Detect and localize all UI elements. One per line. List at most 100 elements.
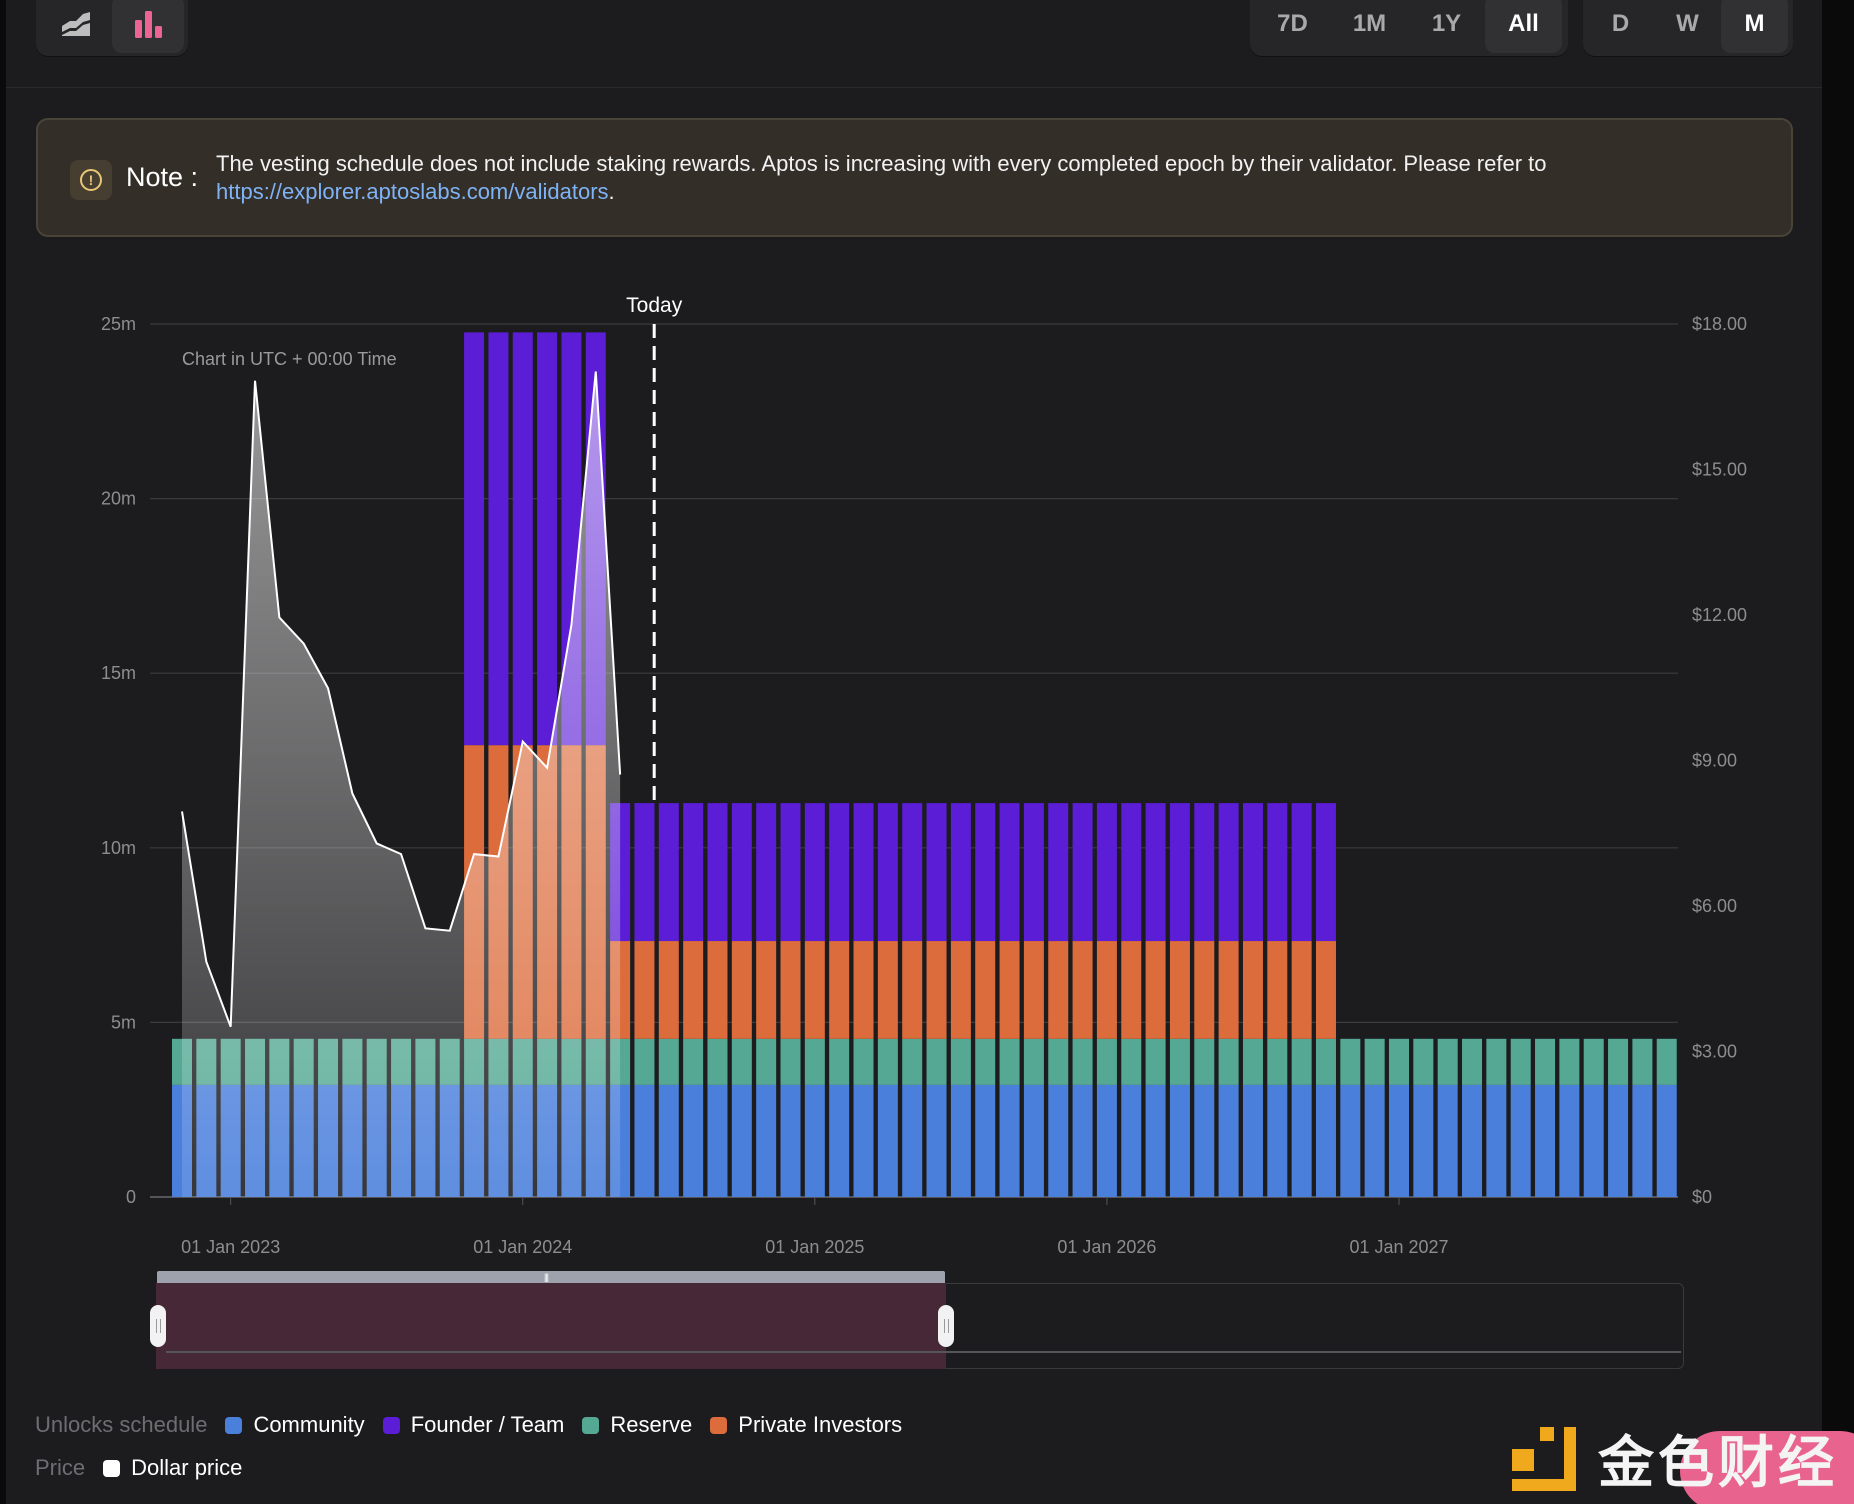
navigator-right-handle[interactable] xyxy=(938,1305,954,1347)
bar-chart-button[interactable] xyxy=(112,0,184,53)
legend-group-label: Price xyxy=(35,1455,86,1480)
range-7d-button[interactable]: 7D xyxy=(1254,0,1331,53)
bar-founder-team xyxy=(1023,803,1044,942)
bar-reserve xyxy=(1413,1038,1434,1085)
bar-reserve xyxy=(975,1038,996,1085)
bar-reserve xyxy=(1048,1038,1069,1085)
x-tick-label: 01 Jan 2024 xyxy=(473,1237,572,1257)
interval-week-button[interactable]: W xyxy=(1654,0,1721,53)
navigator-selected-range[interactable] xyxy=(156,1283,946,1369)
bar-community xyxy=(1608,1084,1629,1197)
legend-label: Community xyxy=(253,1412,365,1437)
interval-month-button[interactable]: M xyxy=(1721,0,1788,53)
bar-community xyxy=(1510,1084,1531,1197)
bar-reserve xyxy=(1510,1038,1531,1085)
bar-community xyxy=(1583,1084,1604,1197)
bar-reserve xyxy=(853,1038,874,1085)
legend-item-founder-team[interactable]: Founder / Team xyxy=(382,1412,565,1438)
bar-private-investors xyxy=(999,941,1020,1039)
y-right-tick-label: $3.00 xyxy=(1692,1042,1737,1062)
legend-label: Dollar price xyxy=(131,1455,243,1480)
watermark-text: 金色财经 xyxy=(1598,1431,1838,1496)
timezone-label: Chart in UTC + 00:00 Time xyxy=(182,349,397,369)
bar-community xyxy=(707,1084,728,1197)
legend-item-reserve[interactable]: Reserve xyxy=(582,1412,692,1438)
divider xyxy=(6,87,1822,88)
bar-reserve xyxy=(658,1038,679,1085)
legend-label: Private Investors xyxy=(738,1412,903,1437)
bar-community xyxy=(1535,1084,1556,1197)
legend-label: Reserve xyxy=(610,1412,693,1437)
bar-founder-team xyxy=(488,332,509,746)
bar-private-investors xyxy=(1194,941,1215,1039)
bar-community xyxy=(829,1084,850,1197)
legend-label: Founder / Team xyxy=(410,1412,565,1437)
bar-founder-team xyxy=(877,803,898,942)
bar-founder-team xyxy=(1169,803,1190,942)
bar-community xyxy=(1559,1084,1580,1197)
validators-link[interactable]: https://explorer.aptoslabs.com/validator… xyxy=(216,179,609,204)
bar-community xyxy=(780,1084,801,1197)
bar-reserve xyxy=(1291,1038,1312,1085)
bar-community xyxy=(1656,1084,1677,1197)
bar-community xyxy=(1194,1084,1215,1197)
bar-private-investors xyxy=(658,941,679,1039)
bar-community xyxy=(1242,1084,1263,1197)
unlock-schedule-chart: 0 5m 10m 15m 20m 25m $0 $3.00 $6.00 $9.00 $12.00 $1… xyxy=(101,294,1747,1257)
bar-founder-team xyxy=(634,803,655,942)
bar-reserve xyxy=(1608,1038,1629,1085)
chart-type-toggle xyxy=(36,0,188,56)
bar-private-investors xyxy=(1072,941,1093,1039)
bar-founder-team xyxy=(1218,803,1239,942)
bar-community xyxy=(1023,1084,1044,1197)
range-1y-button[interactable]: 1Y xyxy=(1408,0,1485,53)
bar-private-investors xyxy=(1048,941,1069,1039)
range-navigator[interactable]: ||| xyxy=(150,1271,1684,1369)
bar-founder-team xyxy=(1145,803,1166,942)
bar-private-investors xyxy=(926,941,947,1039)
bar-private-investors xyxy=(683,941,704,1039)
bar-private-investors xyxy=(1023,941,1044,1039)
bar-community xyxy=(1121,1084,1142,1197)
bar-reserve xyxy=(804,1038,825,1085)
bar-community xyxy=(877,1084,898,1197)
legend-swatch xyxy=(710,1416,728,1434)
legend-group-label: Unlocks schedule xyxy=(35,1412,208,1437)
bar-reserve xyxy=(1315,1038,1336,1085)
range-all-button[interactable]: All xyxy=(1485,0,1562,53)
bar-community xyxy=(731,1084,752,1197)
legend-item-private-investors[interactable]: Private Investors xyxy=(710,1412,902,1438)
navigator-series-line xyxy=(166,1351,1681,1353)
bar-founder-team xyxy=(829,803,850,942)
bar-community xyxy=(1145,1084,1166,1197)
y-left-tick-label: 10m xyxy=(101,838,136,858)
navigator-scrollbar[interactable]: ||| xyxy=(157,1271,945,1283)
bar-founder-team xyxy=(853,803,874,942)
bar-reserve xyxy=(1194,1038,1215,1085)
bar-founder-team xyxy=(464,332,485,746)
bar-reserve xyxy=(1437,1038,1458,1085)
bar-founder-team xyxy=(926,803,947,942)
scrollbar-grip-icon: ||| xyxy=(544,1272,549,1282)
legend-item-dollar-price[interactable]: Dollar price xyxy=(103,1455,242,1481)
bar-reserve xyxy=(780,1038,801,1085)
area-chart-button[interactable] xyxy=(40,0,112,53)
range-1m-button[interactable]: 1M xyxy=(1331,0,1408,53)
bar-private-investors xyxy=(902,941,923,1039)
legend-item-community[interactable]: Community xyxy=(225,1412,365,1438)
bar-reserve xyxy=(1462,1038,1483,1085)
bar-reserve xyxy=(731,1038,752,1085)
bar-community xyxy=(1364,1084,1385,1197)
interval-day-button[interactable]: D xyxy=(1587,0,1654,53)
bar-founder-team xyxy=(512,332,533,746)
bar-founder-team xyxy=(1267,803,1288,942)
bar-founder-team xyxy=(1096,803,1117,942)
navigator-left-handle[interactable] xyxy=(150,1305,166,1347)
bar-reserve xyxy=(1023,1038,1044,1085)
bar-reserve xyxy=(1389,1038,1409,1085)
bar-community xyxy=(756,1084,777,1197)
bar-community xyxy=(950,1084,971,1197)
bar-community xyxy=(999,1084,1020,1197)
bar-community xyxy=(1462,1084,1483,1197)
legend-unlocks: Unlocks schedule Community Founder / Tea… xyxy=(35,1412,920,1438)
